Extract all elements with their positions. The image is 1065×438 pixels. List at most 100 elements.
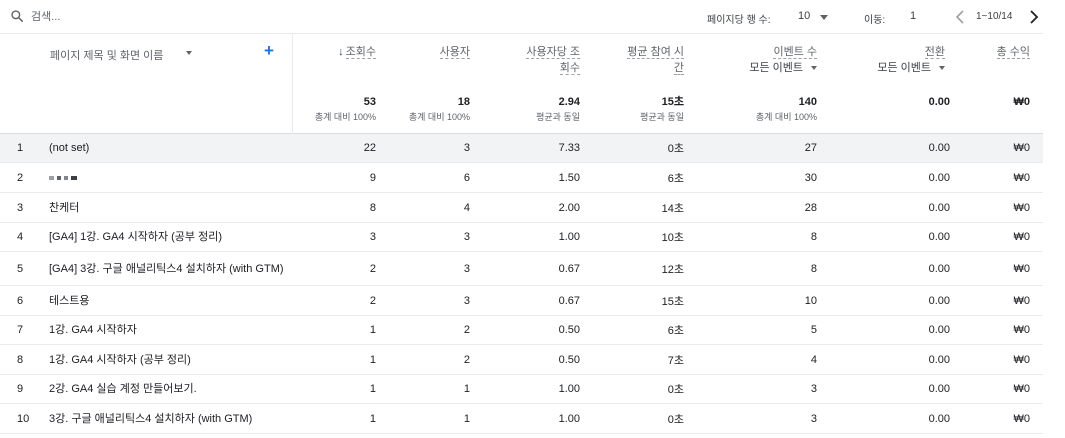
cell-event-count: 3 (810, 383, 817, 395)
cell-total-revenue: ₩0 (1013, 231, 1031, 243)
sort-down-icon[interactable]: ↓ (338, 46, 344, 58)
cell-conversions: 0.00 (928, 324, 950, 336)
cell-conversions: 0.00 (928, 262, 950, 275)
cell-users: 6 (463, 171, 470, 184)
chevron-right-icon[interactable] (1028, 9, 1040, 25)
header-users[interactable]: 사용자 (390, 44, 470, 60)
page-title-cell: 1강. GA4 시작하자 (49, 324, 137, 336)
total-avg-engagement: 15초 평균과 동일 (640, 96, 684, 122)
add-dimension-icon[interactable]: + (264, 42, 274, 60)
cell-event-count: 8 (810, 231, 817, 243)
row-index: 1 (17, 142, 24, 154)
cell-views: 2 (369, 262, 376, 275)
header-views[interactable]: ↓ 조회수 (300, 44, 376, 60)
goto-page-input[interactable]: 1 (910, 10, 916, 22)
table-row[interactable]: 2 9 6 1.50 6초 30 0.00 ₩0 (0, 163, 1043, 193)
cell-total-revenue: ₩0 (1013, 171, 1031, 184)
total-views-per-user: 2.94 평균과 동일 (536, 96, 580, 122)
row-index: 5 (17, 262, 24, 275)
table-row[interactable]: 8 1강. GA4 시작하자 (공부 정리) 1 2 0.50 7초 4 0.00 ₩0 (0, 345, 1043, 375)
event-filter-select[interactable]: 모든 이벤트 (749, 62, 803, 74)
cell-views: 9 (369, 171, 376, 184)
cell-total-revenue: ₩0 (1013, 412, 1031, 425)
cell-conversions: 0.00 (928, 412, 950, 425)
cell-views-per-user: 0.50 (558, 324, 580, 336)
cell-views: 1 (369, 353, 376, 366)
page-range: 1~10/14 (976, 11, 1013, 22)
header-event-count[interactable]: 이벤트 수 모든 이벤트 (700, 44, 817, 76)
row-index: 2 (17, 171, 24, 184)
cell-event-count: 27 (804, 142, 817, 154)
search-input[interactable] (31, 8, 331, 26)
cell-total-revenue: ₩0 (1013, 142, 1031, 154)
cell-views: 1 (369, 324, 376, 336)
cell-views-per-user: 7.33 (558, 142, 580, 154)
table-row[interactable]: 3 찬케터 8 4 2.00 14초 28 0.00 ₩0 (0, 193, 1043, 223)
cell-views-per-user: 0.67 (558, 262, 580, 275)
conversion-filter-select[interactable]: 모든 이벤트 (877, 62, 931, 74)
total-views: 53 총계 대비 100% (314, 96, 376, 122)
chevron-down-icon[interactable] (820, 15, 828, 20)
header-views-per-user[interactable]: 사용자당 조 회수 (490, 44, 580, 76)
table-header: 페이지 제목 및 화면 이름 + ↓ 조회수 사용자 사용자당 조 회수 평균 참… (0, 34, 1043, 134)
table-row[interactable]: 10 3강. 구글 애널리틱스4 설치하자 (with GTM) 1 1 1.00 0초 3… (0, 404, 1043, 434)
cell-conversions: 0.00 (928, 383, 950, 395)
cell-views-per-user: 1.00 (558, 412, 580, 425)
cell-avg-engagement: 14초 (661, 202, 684, 215)
chevron-left-icon[interactable] (954, 9, 966, 25)
total-conversions: 0.00 (928, 96, 950, 108)
cell-users: 3 (463, 262, 470, 275)
cell-users: 2 (463, 324, 470, 336)
cell-total-revenue: ₩0 (1013, 353, 1031, 366)
cell-avg-engagement: 6초 (667, 172, 684, 185)
redacted-text (49, 175, 77, 180)
cell-event-count: 5 (810, 324, 817, 336)
table-toolbar: 페이지당 행 수: 10 이동: 1 1~10/14 (0, 0, 1043, 34)
search-icon[interactable] (10, 9, 24, 23)
cell-total-revenue: ₩0 (1013, 294, 1031, 307)
dimension-header[interactable]: 페이지 제목 및 화면 이름 (50, 47, 163, 63)
page-title-cell: 3강. 구글 애널리틱스4 설치하자 (with GTM) (49, 412, 253, 425)
header-avg-engagement[interactable]: 평균 참여 시 간 (594, 44, 684, 76)
cell-views-per-user: 0.67 (558, 294, 580, 307)
page-title-cell (49, 163, 285, 192)
page-title-cell: 테스트용 (49, 294, 90, 307)
cell-event-count: 10 (804, 294, 817, 307)
row-index: 8 (17, 353, 24, 366)
cell-avg-engagement: 12초 (661, 263, 684, 276)
cell-conversions: 0.00 (928, 142, 950, 154)
table-row[interactable]: 4 [GA4] 1강. GA4 시작하자 (공부 정리) 3 3 1.00 10초 8 0.0… (0, 223, 1043, 252)
table-row[interactable]: 7 1강. GA4 시작하자 1 2 0.50 6초 5 0.00 ₩0 (0, 316, 1043, 345)
cell-event-count: 30 (804, 171, 817, 184)
total-users: 18 총계 대비 100% (408, 96, 470, 122)
row-index: 9 (17, 383, 24, 395)
cell-views-per-user: 1.00 (558, 231, 580, 243)
rows-per-page-label: 페이지당 행 수: (707, 15, 771, 26)
row-index: 7 (17, 324, 24, 336)
cell-total-revenue: ₩0 (1013, 383, 1031, 395)
header-total-revenue[interactable]: 총 수익 (960, 44, 1030, 60)
row-index: 4 (17, 231, 24, 243)
cell-views-per-user: 1.50 (558, 171, 580, 184)
table-row[interactable]: 1 (not set) 22 3 7.33 0초 27 0.00 ₩0 (0, 134, 1043, 163)
chevron-down-icon[interactable] (939, 66, 945, 71)
total-revenue: ₩0 (1013, 96, 1031, 108)
cell-views: 22 (363, 142, 376, 154)
cell-avg-engagement: 6초 (667, 325, 684, 337)
chevron-down-icon[interactable] (811, 66, 817, 71)
table-row[interactable]: 9 2강. GA4 실습 계정 만들어보기. 1 1 1.00 0초 3 0.00 ₩0 (0, 375, 1043, 404)
header-conversions[interactable]: 전환 모든 이벤트 (840, 44, 945, 76)
table-row[interactable]: 6 테스트용 2 3 0.67 15초 10 0.00 ₩0 (0, 286, 1043, 316)
cell-users: 3 (463, 142, 470, 154)
cell-views: 2 (369, 294, 376, 307)
total-event-count: 140 총계 대비 100% (755, 96, 817, 122)
cell-views: 1 (369, 412, 376, 425)
cell-total-revenue: ₩0 (1013, 324, 1031, 336)
rows-per-page-select[interactable]: 10 (798, 10, 810, 22)
goto-label: 이동: (864, 15, 886, 26)
page-title-cell: 2강. GA4 실습 계정 만들어보기. (49, 383, 197, 395)
chevron-down-icon[interactable] (186, 51, 192, 55)
cell-avg-engagement: 10초 (661, 232, 684, 244)
cell-event-count: 28 (804, 201, 817, 214)
table-row[interactable]: 5 [GA4] 3강. 구글 애널리틱스4 설치하자 (with GTM) 2 3 0.… (0, 252, 1043, 286)
